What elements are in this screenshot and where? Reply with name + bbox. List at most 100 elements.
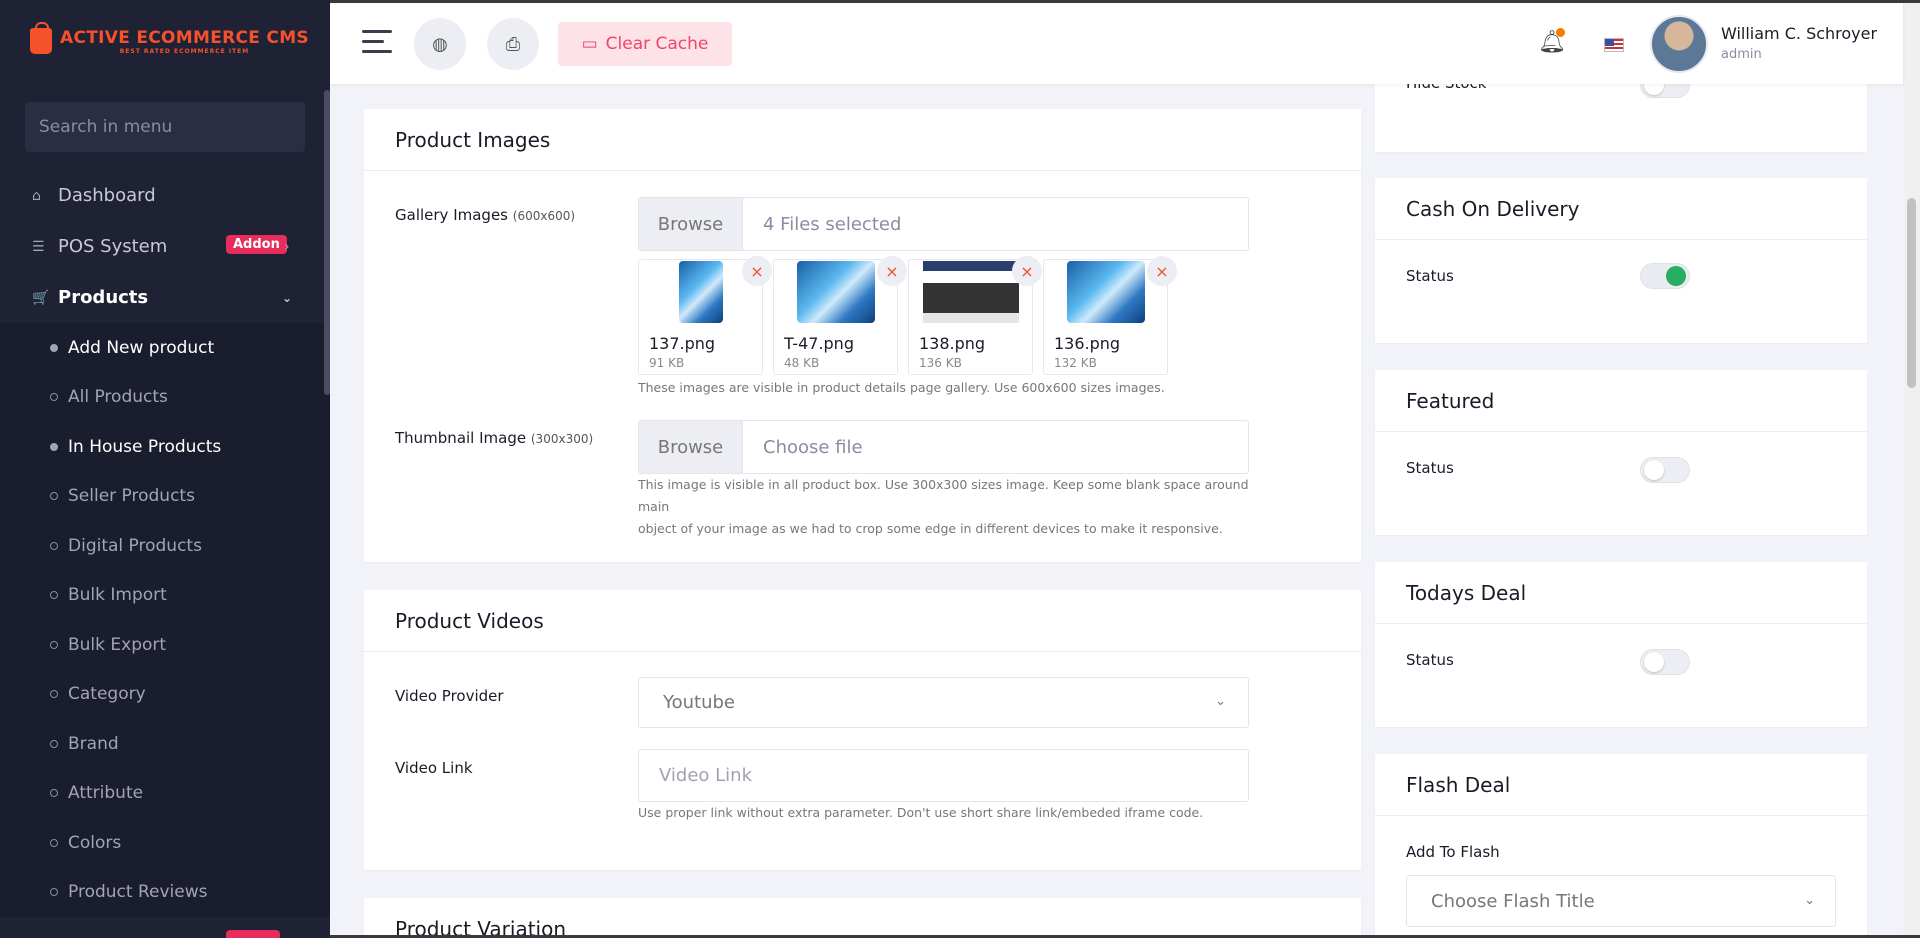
gallery-images-label: Gallery Images (600x600) — [395, 206, 575, 224]
size-hint: (300x300) — [530, 432, 594, 446]
select-placeholder: Choose Flash Title — [1431, 890, 1595, 912]
bullet-icon — [50, 541, 58, 550]
product-images-card: Product Images Gallery Images (600x600) … — [364, 109, 1361, 562]
featured-status-toggle[interactable] — [1640, 457, 1690, 483]
file-preview: T-47.png 48 KB × — [773, 256, 907, 375]
submenu-item[interactable]: Attribute — [0, 769, 330, 819]
avatar[interactable] — [1650, 15, 1708, 73]
bullet-icon — [50, 492, 58, 501]
list-icon: ☰ — [32, 238, 45, 255]
thumbnail-file-input[interactable]: Browse Choose file — [638, 420, 1249, 474]
video-link-input[interactable]: Video Link — [638, 749, 1249, 802]
card-title: Cash On Delivery — [1375, 178, 1867, 240]
file-status: 4 Files selected — [763, 213, 902, 235]
submenu-item[interactable]: Add New product — [0, 323, 330, 373]
bullet-icon — [50, 888, 58, 897]
file-size: 48 KB — [784, 356, 820, 370]
home-icon: ⌂ — [32, 187, 41, 204]
remove-file-icon[interactable]: × — [1147, 256, 1177, 286]
us-flag-icon[interactable] — [1604, 38, 1624, 52]
submenu-label: Category — [68, 684, 146, 705]
file-name: T-47.png — [784, 334, 854, 353]
partial-badge — [226, 930, 280, 938]
cash-on-delivery-card: Cash On Delivery Status — [1375, 178, 1867, 343]
sidebar-scrollbar[interactable] — [324, 90, 330, 395]
status-label: Status — [1406, 459, 1454, 477]
submenu-label: Attribute — [68, 783, 144, 804]
submenu-label: Brand — [68, 733, 119, 754]
submenu-label: Add New product — [68, 337, 215, 358]
sidebar-item-label: POS System — [58, 236, 168, 257]
clear-cache-label: Clear Cache — [605, 34, 709, 54]
submenu-label: Product Reviews — [68, 882, 208, 903]
submenu-label: In House Products — [68, 436, 222, 457]
submenu-item[interactable]: All Products — [0, 373, 330, 423]
file-name: 136.png — [1054, 334, 1121, 353]
submenu-item[interactable]: Category — [0, 670, 330, 720]
remove-file-icon[interactable]: × — [1012, 256, 1042, 286]
submenu-item[interactable]: Product Reviews — [0, 868, 330, 918]
sidebar-item-pos-system[interactable]: ☰ POS System Addon › — [0, 221, 330, 272]
submenu-item[interactable]: Brand — [0, 719, 330, 769]
submenu-item[interactable]: Bulk Export — [0, 620, 330, 670]
globe-icon[interactable]: ◍ — [414, 18, 466, 70]
file-name: 137.png — [649, 334, 716, 353]
shopping-bag-icon — [30, 22, 52, 54]
file-name: 138.png — [919, 334, 986, 353]
submenu-item[interactable]: Bulk Import — [0, 571, 330, 621]
scrollbar-thumb[interactable] — [1907, 198, 1916, 388]
printer-icon[interactable]: ⎙ — [487, 18, 539, 70]
submenu-item[interactable]: Digital Products — [0, 521, 330, 571]
window-top-border — [330, 0, 1920, 3]
hamburger-menu-icon[interactable] — [362, 30, 392, 60]
user-name[interactable]: William C. Schroyer — [1721, 24, 1877, 43]
label-text: Gallery Images — [395, 206, 508, 224]
submenu-item[interactable]: In House Products — [0, 422, 330, 472]
bullet-icon — [50, 640, 58, 649]
bullet-icon — [50, 690, 58, 699]
submenu-item[interactable]: Seller Products — [0, 472, 330, 522]
help-line: This image is visible in all product box… — [638, 477, 1249, 514]
video-provider-label: Video Provider — [395, 687, 504, 705]
brand-logo[interactable]: ACTIVE ECOMMERCE CMS BEST RATED ECOMMERC… — [0, 0, 330, 82]
video-link-label: Video Link — [395, 759, 473, 777]
gallery-help-text: These images are visible in product deta… — [638, 380, 1165, 395]
products-submenu: Add New product All Products In House Pr… — [0, 323, 330, 917]
gallery-thumbnails: 137.png 91 KB × T-47.png 48 KB × 138.png… — [638, 256, 1177, 375]
label-text: Thumbnail Image — [395, 429, 527, 447]
browse-button[interactable]: Browse — [639, 421, 743, 473]
chevron-right-icon: › — [284, 238, 290, 255]
remove-file-icon[interactable]: × — [742, 256, 772, 286]
submenu-label: Digital Products — [68, 535, 202, 556]
product-image — [651, 260, 751, 324]
submenu-item[interactable]: Colors — [0, 818, 330, 868]
file-preview: 136.png 132 KB × — [1043, 256, 1177, 375]
video-provider-select[interactable]: Youtube ⌄ — [638, 677, 1249, 728]
clear-cache-button[interactable]: ▭ Clear Cache — [558, 22, 732, 66]
submenu-label: Seller Products — [68, 486, 195, 507]
product-videos-card: Product Videos Video Provider Youtube ⌄ … — [364, 590, 1361, 870]
page-scrollbar[interactable] — [1903, 0, 1920, 938]
remove-file-icon[interactable]: × — [877, 256, 907, 286]
sidebar-item-dashboard[interactable]: ⌂ Dashboard — [0, 170, 330, 221]
browse-button[interactable]: Browse — [639, 198, 743, 250]
status-label: Status — [1406, 651, 1454, 669]
todays-deal-status-toggle[interactable] — [1640, 649, 1690, 675]
product-image — [1056, 260, 1156, 324]
submenu-label: Colors — [68, 832, 122, 853]
flash-title-select[interactable]: Choose Flash Title ⌄ — [1406, 875, 1836, 927]
gallery-file-input[interactable]: Browse 4 Files selected — [638, 197, 1249, 251]
sidebar-item-products[interactable]: 🛒 Products ⌄ — [0, 272, 330, 323]
thumbnail-image-label: Thumbnail Image (300x300) — [395, 429, 593, 447]
selected-value: Youtube — [663, 692, 735, 713]
menu-search-input[interactable]: Search in menu — [25, 102, 305, 152]
submenu-label: Bulk Import — [68, 585, 167, 606]
chevron-down-icon: ⌄ — [1804, 893, 1815, 908]
submenu-label: All Products — [68, 387, 168, 408]
bullet-icon — [50, 739, 58, 748]
size-hint: (600x600) — [512, 209, 576, 223]
notification-dot — [1556, 28, 1565, 37]
cod-status-toggle[interactable] — [1640, 263, 1690, 289]
card-title: Featured — [1375, 370, 1867, 432]
bullet-icon — [50, 838, 58, 847]
